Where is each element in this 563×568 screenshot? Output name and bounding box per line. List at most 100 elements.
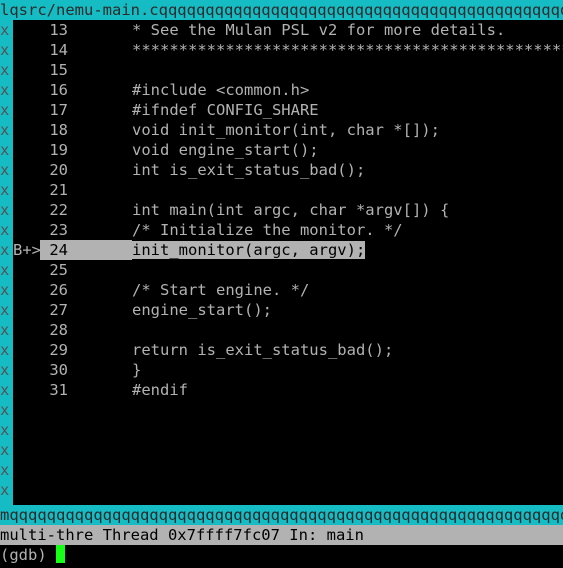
source-line[interactable]: 27 engine_start(); <box>13 300 563 320</box>
source-window-border-char: x <box>0 101 10 119</box>
source-window-border-char: x <box>0 261 10 279</box>
line-number: 27 <box>49 301 68 319</box>
source-line[interactable]: 30 } <box>13 360 563 380</box>
source-window-border-char: x <box>0 341 10 359</box>
source-line[interactable]: 22 int main(int argc, char *argv[]) { <box>13 200 563 220</box>
source-line[interactable]: 23 /* Initialize the monitor. */ <box>13 220 563 240</box>
source-line-text: int is_exit_status_bad(); <box>132 161 366 179</box>
line-number: 21 <box>49 181 68 199</box>
source-line[interactable]: 19 void engine_start(); <box>13 140 563 160</box>
source-window-border-char: x <box>0 401 10 419</box>
source-line[interactable]: 29 return is_exit_status_bad(); <box>13 340 563 360</box>
source-line-text: * See the Mulan PSL v2 for more details. <box>132 21 506 39</box>
line-indent-spacer <box>68 300 132 320</box>
source-line-text: #ifndef CONFIG_SHARE <box>132 101 319 119</box>
command-line[interactable]: (gdb) <box>0 545 563 568</box>
breakpoint-marker[interactable]: B+> <box>13 240 41 260</box>
source-window-border-char: x <box>0 461 10 479</box>
source-window-border-char: x <box>0 181 10 199</box>
source-window-border-char: x <box>0 161 10 179</box>
line-number: 28 <box>49 321 68 339</box>
line-indent-spacer <box>68 40 132 60</box>
source-line-text: return is_exit_status_bad(); <box>132 341 394 359</box>
source-line[interactable] <box>13 460 563 480</box>
line-number: 30 <box>49 361 68 379</box>
source-line-text: /* Start engine. */ <box>132 281 310 299</box>
source-code-area[interactable]: 13 * See the Mulan PSL v2 for more detai… <box>13 20 563 505</box>
source-line[interactable] <box>13 420 563 440</box>
source-line[interactable]: 31 #endif <box>13 380 563 400</box>
line-indent-spacer <box>68 340 132 360</box>
status-bar: multi-thre Thread 0x7ffff7fc07 In: main <box>0 525 563 545</box>
source-line[interactable] <box>13 480 563 500</box>
line-number: 20 <box>49 161 68 179</box>
source-window-border-char: x <box>0 441 10 459</box>
line-number: 29 <box>49 341 68 359</box>
line-number: 23 <box>49 221 68 239</box>
source-line-text: int main(int argc, char *argv[]) { <box>132 201 450 219</box>
line-number: 13 <box>49 21 68 39</box>
source-window-border-char: x <box>0 221 10 239</box>
source-line[interactable]: 17 #ifndef CONFIG_SHARE <box>13 100 563 120</box>
line-indent-spacer <box>68 100 132 120</box>
source-line-text: engine_start(); <box>132 301 272 319</box>
source-window-border-char: x <box>0 201 10 219</box>
gdb-prompt: (gdb) <box>0 546 56 564</box>
source-window-border-char: x <box>0 421 10 439</box>
source-line[interactable] <box>13 400 563 420</box>
source-line-current[interactable]: B+> 24 init_monitor(argc, argv); <box>13 240 563 260</box>
source-line-text: void init_monitor(int, char *[]); <box>132 121 440 139</box>
line-indent-spacer <box>68 140 132 160</box>
source-window: lqsrc/nemu-main.cqqqqqqqqqqqqqqqqqqqqqqq… <box>0 0 563 525</box>
source-line[interactable]: 20 int is_exit_status_bad(); <box>13 160 563 180</box>
line-number: 22 <box>49 201 68 219</box>
source-window-border-char: x <box>0 281 10 299</box>
source-window-border-char: x <box>0 41 10 59</box>
source-line[interactable]: 21 <box>13 180 563 200</box>
source-window-border-char: x <box>0 381 10 399</box>
source-line-text: /* Initialize the monitor. */ <box>132 221 403 239</box>
source-line[interactable]: 14 *************************************… <box>13 40 563 60</box>
source-line[interactable]: 13 * See the Mulan PSL v2 for more detai… <box>13 20 563 40</box>
source-window-border-char: x <box>0 241 10 259</box>
line-number: 19 <box>49 141 68 159</box>
source-line[interactable]: 28 <box>13 320 563 340</box>
source-window-title-border: lqsrc/nemu-main.cqqqqqqqqqqqqqqqqqqqqqqq… <box>0 0 563 20</box>
source-window-border-char: x <box>0 121 10 139</box>
line-indent-spacer <box>68 280 132 300</box>
text-cursor <box>56 545 65 563</box>
source-window-border-char: x <box>0 321 10 339</box>
source-line-text: #endif <box>132 381 188 399</box>
line-indent-spacer <box>68 160 132 180</box>
source-window-border-char: x <box>0 21 10 39</box>
source-window-border-char: x <box>0 301 10 319</box>
source-line[interactable]: 25 <box>13 260 563 280</box>
source-window-border-char: x <box>0 61 10 79</box>
source-window-border-char: x <box>0 141 10 159</box>
line-number: 25 <box>49 261 68 279</box>
source-line-text: } <box>132 361 142 379</box>
source-line-text: void engine_start(); <box>132 141 319 159</box>
line-number: 18 <box>49 121 68 139</box>
line-number: 31 <box>49 381 68 399</box>
source-line-text: #include <common.h> <box>132 81 310 99</box>
source-line[interactable]: 26 /* Start engine. */ <box>13 280 563 300</box>
source-line[interactable] <box>13 440 563 460</box>
line-indent-spacer <box>68 380 132 400</box>
line-number: 17 <box>49 101 68 119</box>
line-number: 15 <box>49 61 68 79</box>
line-number: 26 <box>49 281 68 299</box>
line-indent-spacer <box>68 120 132 140</box>
source-line[interactable]: 16 #include <common.h> <box>13 80 563 100</box>
line-indent-spacer <box>68 20 132 40</box>
source-line[interactable]: 15 <box>13 60 563 80</box>
line-indent-spacer <box>68 80 132 100</box>
line-indent-spacer <box>68 240 132 260</box>
line-number: 14 <box>49 41 68 59</box>
source-window-left-border: xxxxxxxxxxxxxxxxxxxxxxxx <box>0 20 13 505</box>
source-line[interactable]: 18 void init_monitor(int, char *[]); <box>13 120 563 140</box>
source-window-bottom-border: mqqqqqqqqqqqqqqqqqqqqqqqqqqqqqqqqqqqqqqq… <box>0 505 563 525</box>
line-number: 24 <box>40 240 68 260</box>
line-indent-spacer <box>68 220 132 240</box>
line-number: 16 <box>49 81 68 99</box>
